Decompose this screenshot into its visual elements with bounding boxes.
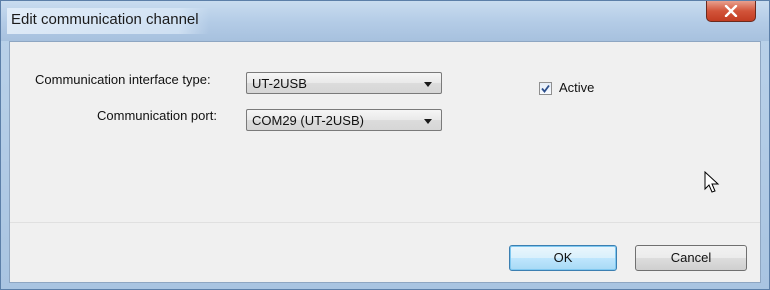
active-label[interactable]: Active — [559, 80, 594, 95]
button-bar: OK Cancel — [10, 222, 760, 283]
checkmark-icon — [541, 84, 550, 93]
active-checkbox[interactable] — [539, 82, 552, 95]
interface-type-value: UT-2USB — [252, 76, 307, 91]
dialog-window: Edit communication channel Communication… — [0, 0, 770, 290]
close-button[interactable] — [706, 1, 756, 22]
port-dropdown[interactable]: COM29 (UT-2USB) — [246, 109, 442, 131]
close-icon — [724, 5, 738, 17]
title-bar[interactable]: Edit communication channel — [1, 1, 769, 41]
interface-type-dropdown[interactable]: UT-2USB — [246, 72, 442, 94]
interface-type-label: Communication interface type: — [35, 72, 211, 87]
dialog-content: Communication interface type: UT-2USB Co… — [9, 41, 761, 283]
ok-button[interactable]: OK — [509, 245, 617, 271]
window-title: Edit communication channel — [7, 8, 209, 34]
mouse-pointer-icon — [704, 170, 720, 200]
port-label: Communication port: — [97, 108, 217, 123]
chevron-down-icon — [424, 119, 432, 124]
port-value: COM29 (UT-2USB) — [252, 113, 364, 128]
cancel-button[interactable]: Cancel — [635, 245, 747, 271]
chevron-down-icon — [424, 82, 432, 87]
